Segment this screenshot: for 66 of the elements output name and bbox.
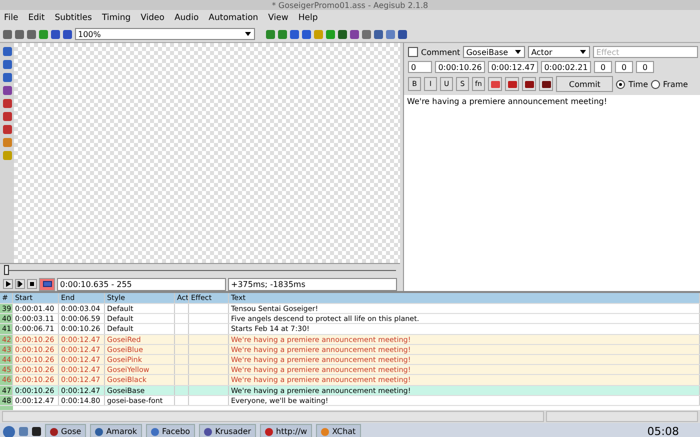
taskbar-button[interactable]: Gose (45, 424, 86, 437)
margin-field[interactable]: 0 (636, 61, 654, 73)
end-time-field[interactable]: 0:00:12.47 (488, 61, 538, 73)
color-swatch-icon (490, 80, 500, 88)
clock: 05:08 (647, 425, 680, 437)
radio-button[interactable] (651, 80, 660, 88)
color-button[interactable] (488, 77, 502, 91)
subtitle-text-area[interactable]: We're having a premiere announcement meeting! (404, 95, 700, 291)
start-menu-icon[interactable] (3, 426, 15, 437)
menu-item[interactable]: Audio (174, 13, 199, 23)
seek-slider[interactable] (4, 265, 9, 275)
time-field[interactable]: 0:00:10.635 - 255 (57, 278, 226, 290)
taskbar-button[interactable]: Amarok (90, 424, 142, 437)
radio-button[interactable] (616, 80, 626, 88)
comment-label: Comment (421, 48, 460, 56)
actor-combo[interactable]: Actor (528, 46, 590, 58)
taskbar-button[interactable]: Facebo (146, 424, 196, 437)
menu-item[interactable]: View (268, 13, 288, 23)
stop-icon (30, 282, 34, 286)
zoom-combo[interactable]: 100% (75, 28, 255, 40)
play-line-button[interactable] (15, 279, 25, 289)
autoscroll-toggle[interactable] (39, 278, 55, 290)
terminal-icon[interactable] (32, 427, 41, 436)
menu-item[interactable]: Subtitles (54, 13, 92, 23)
margin-field[interactable]: 0 (594, 61, 612, 73)
dropdown-arrow-icon (245, 32, 251, 36)
menu-item[interactable]: Automation (208, 13, 258, 23)
radio-label: Frame (663, 80, 688, 88)
app-icon (95, 428, 104, 436)
menu-item[interactable]: Video (140, 13, 164, 23)
taskbar-button[interactable]: http://w (260, 424, 312, 437)
menu-item[interactable]: Timing (102, 13, 131, 23)
color-swatch-icon (542, 80, 550, 88)
start-time-field[interactable]: 0:00:10.26 (435, 61, 485, 73)
app-icon (151, 428, 159, 436)
menu-item[interactable]: Edit (28, 13, 45, 23)
margin-field[interactable]: 0 (615, 61, 633, 73)
play-line-icon (17, 281, 23, 287)
taskbar-button[interactable]: XChat (316, 424, 361, 437)
style-combo[interactable]: GoseiBase (463, 46, 526, 58)
app-icon (204, 428, 212, 436)
color-button[interactable] (505, 77, 519, 91)
app-icon (50, 428, 58, 436)
color-swatch-icon (524, 80, 534, 88)
screen-icon (42, 281, 52, 287)
play-icon (6, 281, 10, 287)
window-title: * GoseigerPromo01.ass - Aegisub 2.1.8 (272, 0, 428, 10)
comment-checkbox[interactable] (408, 47, 418, 57)
duration-field[interactable]: 0:00:02.21 (541, 61, 591, 73)
color-button[interactable] (539, 77, 553, 91)
stop-button[interactable] (27, 279, 37, 289)
dropdown-arrow-icon (580, 50, 586, 54)
menu-item[interactable]: Help (298, 13, 318, 23)
radio-label: Time (628, 80, 648, 88)
dropdown-arrow-icon (515, 50, 522, 54)
menu-item[interactable]: File (4, 13, 18, 23)
layer-field[interactable]: 0 (408, 61, 432, 73)
play-button[interactable] (3, 279, 13, 289)
app-icon (321, 428, 330, 436)
color-swatch-icon (508, 80, 516, 88)
offset-field: +375ms; -1835ms (228, 278, 397, 290)
effect-field[interactable]: Effect (593, 46, 698, 58)
color-button[interactable] (522, 77, 536, 91)
taskbar-button[interactable]: Krusader (199, 424, 256, 437)
commit-button[interactable]: Commit (556, 76, 614, 92)
app-icon (265, 428, 274, 436)
